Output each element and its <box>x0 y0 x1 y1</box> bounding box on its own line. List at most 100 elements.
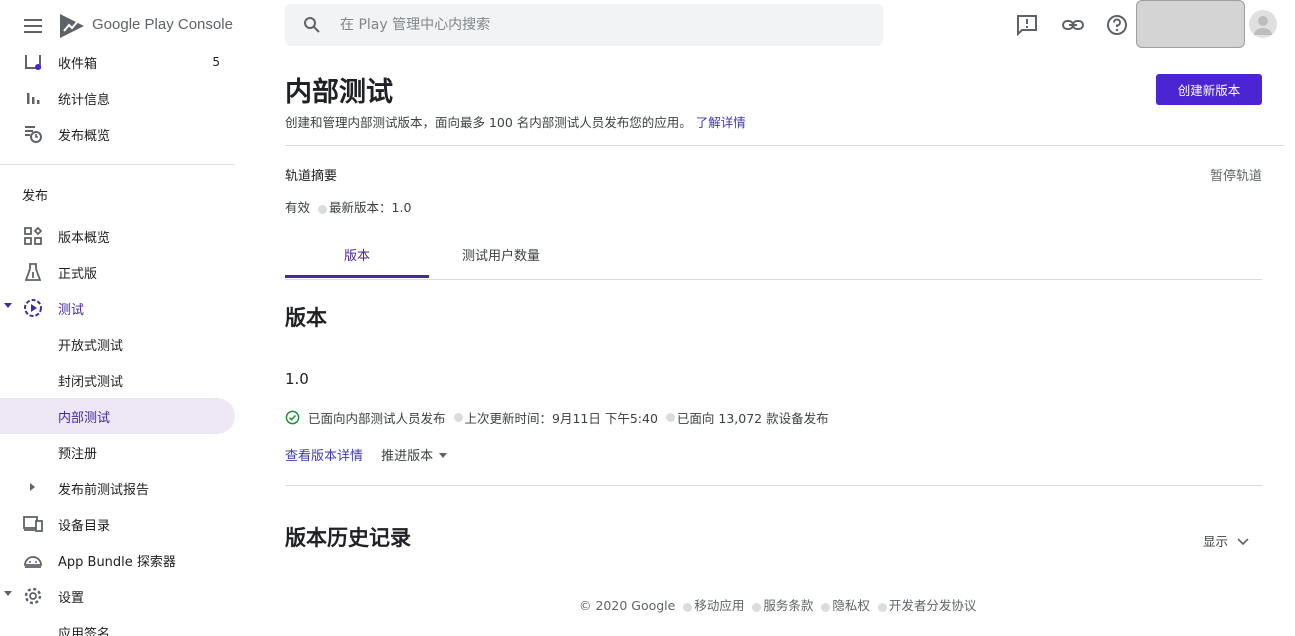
promote-release-button[interactable]: 推进版本 <box>381 449 448 464</box>
chevron-down-icon <box>1237 537 1249 545</box>
sidebar-item-publishing-overview[interactable]: 发布概览 <box>0 116 235 152</box>
sidebar-item-label: 应用签名 <box>58 626 111 636</box>
caret-down-icon[interactable] <box>4 591 12 596</box>
sidebar-item-open-testing[interactable]: 开放式测试 <box>0 326 235 362</box>
releases-heading: 版本 <box>285 306 327 330</box>
account-switcher[interactable] <box>1136 0 1245 48</box>
sidebar-item-production[interactable]: 正式版 <box>0 254 235 290</box>
page-title: 内部测试 <box>285 77 393 108</box>
separator-dot <box>752 603 762 612</box>
link-icon[interactable] <box>1062 14 1084 36</box>
sidebar-item-app-signing[interactable]: 应用签名 <box>0 614 235 636</box>
sidebar-section-release: 发布 <box>22 189 49 204</box>
copyright-text: © 2020 Google <box>579 598 676 613</box>
brand-header: Google Play Console <box>0 0 235 50</box>
sidebar: Google Play Console 收件箱 5 统计信息 发布概览 发布 版… <box>0 0 235 636</box>
sidebar-item-label: 设备目录 <box>58 518 111 534</box>
release-history-heading: 版本历史记录 <box>285 526 411 550</box>
promote-label: 推进版本 <box>381 449 434 464</box>
separator-dot <box>453 413 463 422</box>
sidebar-item-closed-testing[interactable]: 封闭式测试 <box>0 362 235 398</box>
production-icon <box>22 262 44 282</box>
sidebar-item-testing[interactable]: 测试 <box>0 290 235 326</box>
separator-dot <box>665 413 675 422</box>
publishing-overview-icon <box>22 124 44 144</box>
sidebar-item-label: 发布前测试报告 <box>58 482 150 498</box>
show-label: 显示 <box>1203 534 1229 549</box>
sidebar-item-label: 收件箱 <box>58 56 98 72</box>
release-status-text: 已面向内部测试人员发布 <box>308 411 446 426</box>
sidebar-item-label: App Bundle 探索器 <box>58 554 176 570</box>
release-updated-text: 上次更新时间：9月11日 下午5:40 <box>464 411 658 426</box>
sidebar-item-label: 版本概览 <box>58 230 111 246</box>
sidebar-item-device-catalog[interactable]: 设备目录 <box>0 506 235 542</box>
brand-name[interactable]: Google Play Console <box>92 16 233 33</box>
show-history-toggle[interactable]: 显示 <box>1203 531 1250 550</box>
view-release-details-link[interactable]: 查看版本详情 <box>285 449 363 464</box>
tab-label: 版本 <box>343 249 370 264</box>
track-status: 有效 最新版本：1.0 <box>285 197 411 216</box>
separator-dot <box>683 603 693 612</box>
menu-icon[interactable] <box>21 14 45 38</box>
tab-testers[interactable]: 测试用户数量 <box>429 245 573 279</box>
sidebar-item-label: 封闭式测试 <box>58 374 124 390</box>
create-release-button[interactable]: 创建新版本 <box>1156 74 1262 105</box>
sidebar-item-label: 预注册 <box>58 446 98 462</box>
footer-link-privacy[interactable]: 隐私权 <box>832 598 870 613</box>
separator-dot <box>318 205 328 214</box>
sidebar-item-label: 设置 <box>58 590 85 606</box>
testing-icon <box>22 298 44 318</box>
track-summary-label: 轨道摘要 <box>285 169 338 184</box>
dropdown-arrow-icon <box>439 453 448 458</box>
learn-more-link[interactable]: 了解详情 <box>696 115 746 130</box>
bar-chart-icon <box>22 88 44 108</box>
sidebar-item-internal-testing[interactable]: 内部测试 <box>0 398 235 434</box>
caret-right-icon[interactable] <box>30 483 35 491</box>
sidebar-item-inbox[interactable]: 收件箱 5 <box>0 44 235 80</box>
release-actions: 查看版本详情 推进版本 <box>285 445 448 464</box>
sidebar-item-label: 内部测试 <box>58 410 111 426</box>
tab-releases[interactable]: 版本 <box>285 245 429 279</box>
separator-dot <box>821 603 831 612</box>
separator-dot <box>877 603 887 612</box>
sidebar-item-label: 发布概览 <box>58 128 111 144</box>
sidebar-item-settings[interactable]: 设置 <box>0 578 235 614</box>
sidebar-item-prelaunch-report[interactable]: 发布前测试报告 <box>0 470 235 506</box>
sidebar-item-label: 测试 <box>58 302 85 318</box>
search-bar[interactable] <box>285 4 883 46</box>
sidebar-item-label: 统计信息 <box>58 92 111 108</box>
tab-label: 测试用户数量 <box>461 249 540 264</box>
feedback-icon[interactable] <box>1016 14 1038 36</box>
device-catalog-icon <box>22 514 44 534</box>
release-version: 1.0 <box>285 370 309 388</box>
footer-link-developer-agreement[interactable]: 开发者分发协议 <box>889 598 977 613</box>
sidebar-item-bundle-explorer[interactable]: App Bundle 探索器 <box>0 542 235 578</box>
release-devices-text: 已面向 13,072 款设备发布 <box>676 411 829 426</box>
footer-link-mobile-app[interactable]: 移动应用 <box>694 598 744 613</box>
track-status-text: 有效 <box>285 200 311 215</box>
sidebar-item-pre-registration[interactable]: 预注册 <box>0 434 235 470</box>
search-input[interactable] <box>340 4 860 46</box>
android-icon <box>22 550 44 570</box>
help-icon[interactable] <box>1106 14 1128 36</box>
inbox-count-badge: 5 <box>212 55 220 69</box>
sidebar-item-label: 正式版 <box>58 266 98 282</box>
caret-down-icon[interactable] <box>4 303 12 308</box>
gear-icon <box>22 586 44 606</box>
tabs-divider <box>285 279 1262 280</box>
inbox-icon <box>22 52 44 72</box>
sidebar-item-releases-overview[interactable]: 版本概览 <box>0 218 235 254</box>
sidebar-item-label: 开放式测试 <box>58 338 124 354</box>
play-console-logo[interactable] <box>58 12 86 40</box>
section-divider <box>285 485 1262 486</box>
release-status-row: 已面向内部测试人员发布 上次更新时间：9月11日 下午5:40 已面向 13,072… <box>285 408 829 427</box>
footer-link-terms[interactable]: 服务条款 <box>763 598 813 613</box>
avatar-icon[interactable] <box>1249 10 1277 38</box>
header-divider <box>285 145 1284 146</box>
sidebar-item-statistics[interactable]: 统计信息 <box>0 80 235 116</box>
pause-track-button[interactable]: 暂停轨道 <box>1210 165 1262 184</box>
sidebar-divider <box>0 164 235 165</box>
search-icon[interactable] <box>303 16 321 34</box>
active-tab-indicator <box>285 275 429 278</box>
page-description: 创建和管理内部测试版本，面向最多 100 名内部测试人员发布您的应用。 了解详情 <box>285 112 746 131</box>
